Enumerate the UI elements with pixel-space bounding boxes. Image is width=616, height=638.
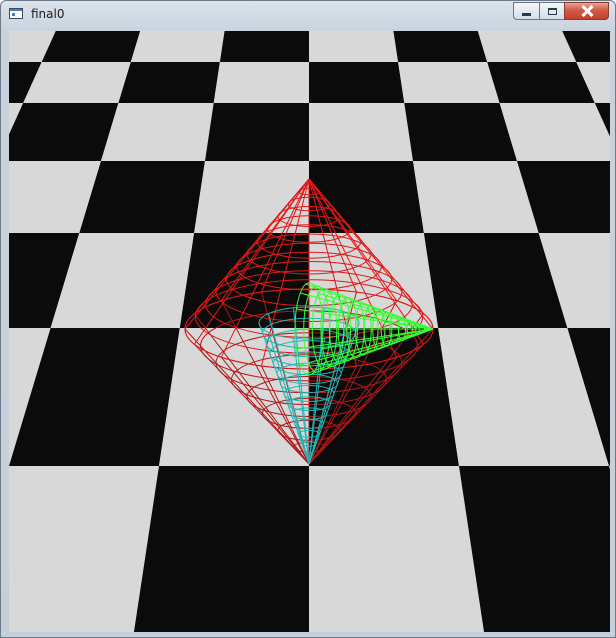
floor-tile (459, 466, 610, 632)
floor-tile (309, 103, 413, 161)
floor-tile (79, 161, 205, 233)
floor-tile (23, 62, 131, 103)
floor-tile (205, 103, 309, 161)
title-bar[interactable]: final0 (1, 1, 615, 29)
floor-tile (9, 103, 119, 161)
floor-tile (487, 62, 595, 103)
floor-tile (130, 31, 225, 62)
floor-tile (309, 31, 399, 62)
floor-tile (194, 161, 309, 233)
floor-tile (499, 103, 610, 161)
floor-tile (101, 103, 214, 161)
floor-tile (133, 466, 309, 632)
floor-tile (219, 31, 309, 62)
floor-tile (309, 466, 485, 632)
floor-tile (413, 161, 539, 233)
floor-tile (309, 62, 405, 103)
minimize-icon (522, 12, 531, 16)
minimize-button[interactable] (513, 2, 539, 20)
floor-tile (9, 466, 159, 632)
floor-tile (213, 62, 309, 103)
floor-tile (477, 31, 577, 62)
app-icon[interactable] (9, 8, 23, 19)
floor-tile (309, 161, 424, 233)
render-canvas[interactable] (9, 31, 610, 632)
app-window: final0 (0, 0, 616, 638)
close-icon (581, 5, 593, 17)
scene-viewport[interactable] (9, 31, 610, 632)
close-button[interactable] (564, 2, 609, 20)
floor-tile (118, 62, 220, 103)
floor-tile (41, 31, 141, 62)
maximize-icon (547, 7, 557, 15)
maximize-button[interactable] (539, 2, 564, 20)
floor-tile (393, 31, 488, 62)
floor-tile (398, 62, 500, 103)
window-title: final0 (31, 7, 65, 21)
floor-tile (404, 103, 517, 161)
caption-buttons (513, 2, 609, 21)
